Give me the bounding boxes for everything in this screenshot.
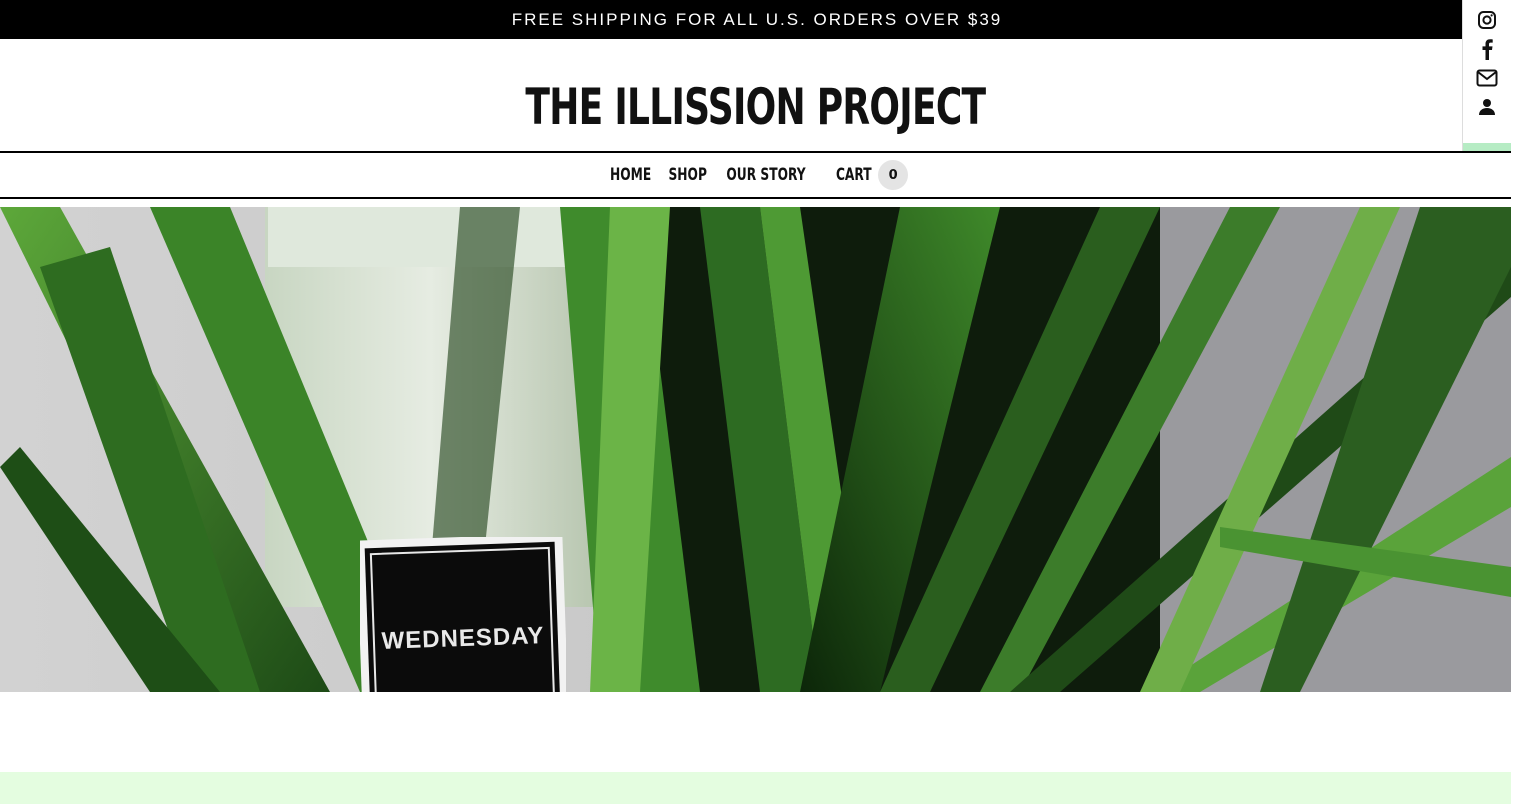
user-icon[interactable] <box>1475 95 1499 119</box>
brand-logo[interactable]: THE ILLISSION PROJECT <box>526 78 987 136</box>
social-sidebar <box>1462 0 1512 151</box>
facebook-icon[interactable] <box>1475 37 1499 61</box>
nav-shop[interactable]: SHOP <box>669 165 707 185</box>
label-graphic <box>360 537 566 692</box>
nav-our-story[interactable]: OUR STORY <box>726 165 805 185</box>
instagram-icon[interactable] <box>1475 8 1499 32</box>
announcement-text: FREE SHIPPING FOR ALL U.S. ORDERS OVER $… <box>511 9 1003 29</box>
cart-count-badge[interactable]: 0 <box>878 160 909 190</box>
section-band <box>0 772 1511 804</box>
mail-icon[interactable] <box>1475 66 1499 90</box>
nav-cart[interactable]: CART <box>835 165 871 185</box>
hero-photo <box>0 207 1511 692</box>
hero-image: WEDNESDAY <box>0 207 1511 692</box>
announcement-bar: FREE SHIPPING FOR ALL U.S. ORDERS OVER $… <box>0 0 1514 39</box>
candle-label: WEDNESDAY <box>360 537 566 692</box>
site-header: THE ILLISSION PROJECT <box>0 39 1511 151</box>
nav-home[interactable]: HOME <box>610 165 651 185</box>
main-nav: HOME SHOP OUR STORY CART 0 <box>0 151 1511 199</box>
sidebar-accent-strip <box>1463 143 1512 151</box>
